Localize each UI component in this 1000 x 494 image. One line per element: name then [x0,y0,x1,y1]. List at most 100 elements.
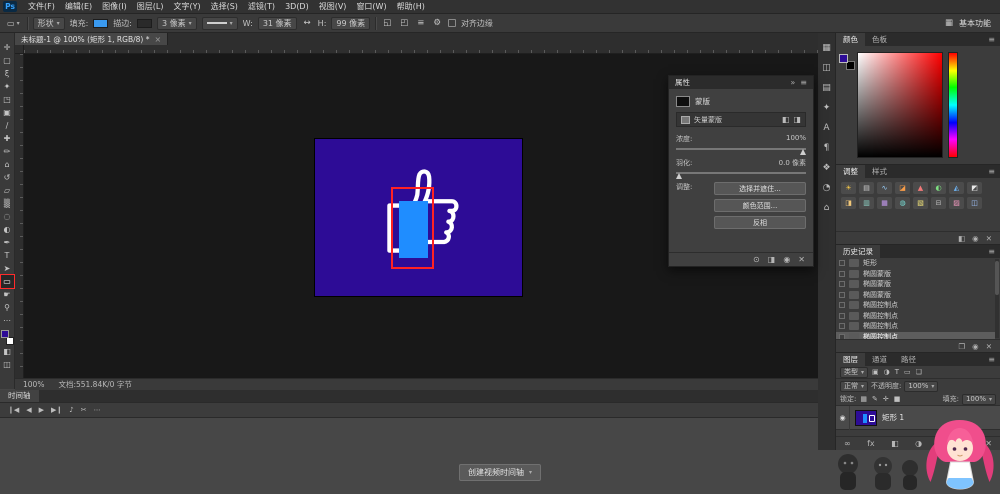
first-frame-icon[interactable]: ❙◀ [8,406,19,414]
slider-thumb[interactable] [800,149,806,155]
disable-mask-eye-icon[interactable]: ◉ [783,255,790,264]
dodge-tool[interactable]: ◐ [0,223,15,236]
panel-libraries-icon[interactable]: ▤ [822,83,831,94]
gear-icon[interactable]: ⚙ [431,18,443,28]
menu-layer[interactable]: 图层(L) [132,0,169,14]
black-white-icon[interactable]: ◩ [967,182,982,194]
lock-transparent-icon[interactable]: ▦ [859,395,868,403]
menu-select[interactable]: 选择(S) [206,0,243,14]
type-tool[interactable]: T [0,249,15,262]
horizontal-ruler[interactable] [24,45,818,54]
stroke-width-select[interactable]: 3 像素 ▾ [157,17,197,30]
tab-color[interactable]: 颜色 [836,33,865,46]
hue-saturation-icon[interactable]: ◐ [931,182,946,194]
tab-paths[interactable]: 路径 [894,353,923,366]
menu-filter[interactable]: 滤镜(T) [243,0,280,14]
history-source-checkbox[interactable] [839,302,845,308]
menu-file[interactable]: 文件(F) [23,0,60,14]
filter-adjustment-icon[interactable]: ◑ [883,368,891,376]
invert-icon[interactable]: ◍ [895,197,910,209]
layer-filter-select[interactable]: 类型 ▾ [840,367,868,378]
panel-info-icon[interactable]: ◫ [822,63,831,74]
color-balance-icon[interactable]: ◭ [949,182,964,194]
density-value[interactable]: 100% [786,134,806,144]
filter-smart-object-icon[interactable]: ❏ [915,368,923,376]
panel-menu-icon[interactable]: ≡ [983,245,1000,258]
blur-tool[interactable]: ◌ [0,210,15,223]
layer-visibility-eye-icon[interactable]: ◉ [836,406,850,430]
lock-position-icon[interactable]: ✛ [882,395,890,403]
tab-layers[interactable]: 图层 [836,353,865,366]
feather-slider[interactable] [676,172,806,174]
menu-3d[interactable]: 3D(D) [280,0,314,14]
audio-icon[interactable]: ♪ [69,406,73,414]
collapse-icon[interactable]: » [790,78,795,87]
pen-tool[interactable]: ✒ [0,236,15,249]
tool-mode-select[interactable]: 形状 ▾ [33,17,65,30]
layer-name[interactable]: 矩形 1 [882,412,904,423]
link-dimensions-icon[interactable]: ↔ [302,18,313,28]
move-tool[interactable]: ✛ [0,41,15,54]
document-canvas[interactable] [315,139,522,296]
align-edges-checkbox[interactable] [448,19,456,27]
path-operations-icon[interactable]: ◱ [381,18,393,28]
apply-mask-icon[interactable]: ◨ [768,255,776,264]
brush-tool[interactable]: ✏ [0,145,15,158]
menu-image[interactable]: 图像(I) [97,0,132,14]
panel-menu-icon[interactable]: ≡ [983,165,1000,178]
delete-icon[interactable]: ✕ [986,234,992,243]
feather-value[interactable]: 0.0 像素 [779,158,806,168]
foreground-color-swatch[interactable] [839,54,848,63]
color-range-button[interactable]: 颜色范围... [714,199,806,212]
scrollbar[interactable] [995,259,999,338]
density-slider[interactable] [676,148,806,150]
history-state[interactable]: 椭圆蒙版 [836,269,995,280]
tab-channels[interactable]: 通道 [865,353,894,366]
height-value-field[interactable]: 99 像素 [331,17,370,30]
menu-view[interactable]: 视图(V) [314,0,352,14]
background-color-swatch[interactable] [6,337,14,345]
quick-selection-tool[interactable]: ✦ [0,80,15,93]
workspace-switcher[interactable]: ▦ 基本功能 [943,18,995,29]
select-and-mask-button[interactable]: 选择并遮住... [714,182,806,195]
selective-color-icon[interactable]: ◫ [967,197,982,209]
mask-icon[interactable]: ◧ [958,234,965,243]
timeline-menu-icon[interactable]: ⋯ [94,406,101,414]
filter-shape-icon[interactable]: ▭ [903,368,912,376]
threshold-icon[interactable]: ⊟ [931,197,946,209]
fill-opacity-field[interactable]: 100% ▾ [962,394,996,405]
tab-history[interactable]: 历史记录 [836,245,880,258]
history-source-checkbox[interactable] [839,292,845,298]
edit-toolbar-icon[interactable]: ⋯ [0,314,15,327]
brightness-contrast-icon[interactable]: ☀ [841,182,856,194]
vector-mask-row[interactable]: 矢量蒙版 ◧ ◨ [676,112,806,127]
panel-clone-source-icon[interactable]: ⌂ [824,203,830,214]
delete-mask-icon[interactable]: ✕ [798,255,805,264]
filter-pixel-icon[interactable]: ▣ [871,368,880,376]
fill-color-swatch[interactable] [93,19,108,28]
clone-stamp-tool[interactable]: ⌂ [0,158,15,171]
zoom-level[interactable]: 100% [23,380,44,389]
stroke-color-swatch[interactable] [137,19,152,28]
posterize-icon[interactable]: ▧ [913,197,928,209]
invert-button[interactable]: 反相 [714,216,806,229]
menu-help[interactable]: 帮助(H) [392,0,430,14]
eyedropper-tool[interactable]: ∕ [0,119,15,132]
crop-tool[interactable]: ◳ [0,93,15,106]
lock-all-icon[interactable]: ■ [893,395,902,403]
eraser-tool[interactable]: ▱ [0,184,15,197]
history-state[interactable]: 椭圆控制点 [836,311,995,322]
blue-rectangle-shape[interactable] [399,201,428,258]
history-source-checkbox[interactable] [839,313,845,319]
color-lookup-icon[interactable]: ▦ [877,197,892,209]
history-state-selected[interactable]: 椭圆控制点 [836,332,995,340]
add-vector-mask-icon[interactable]: ◨ [793,115,801,124]
history-brush-tool[interactable]: ↺ [0,171,15,184]
split-icon[interactable]: ✂ [81,406,87,414]
tab-adjustments[interactable]: 调整 [836,165,865,178]
play-icon[interactable]: ▶ [39,406,44,414]
vertical-ruler[interactable] [15,54,24,378]
panel-paragraph-icon[interactable]: ¶ [824,143,830,154]
lasso-tool[interactable]: ξ [0,67,15,80]
path-alignment-icon[interactable]: ◰ [398,18,410,28]
